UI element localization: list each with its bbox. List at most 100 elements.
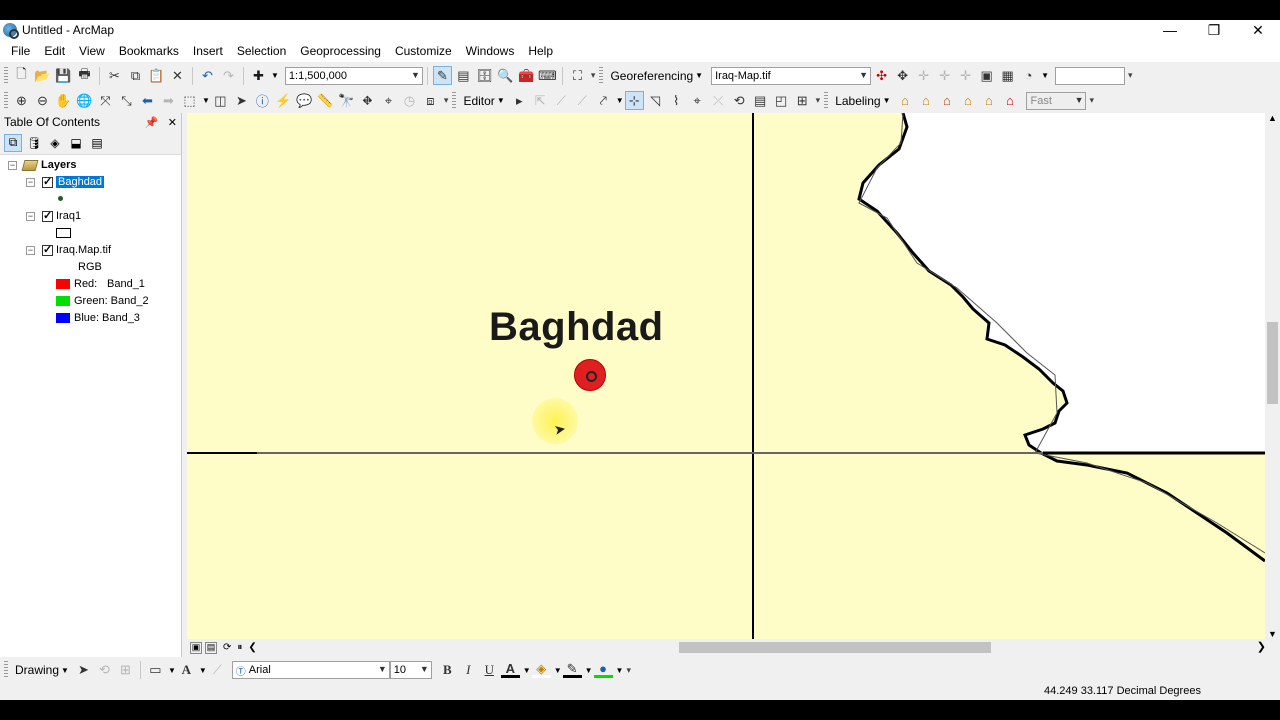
select-features-icon[interactable]: ⬚	[180, 91, 199, 110]
print-icon[interactable]: 🖶	[75, 66, 94, 85]
chevron-down-icon[interactable]: ▼	[271, 71, 279, 80]
shift-icon[interactable]: ✥	[893, 66, 912, 85]
layer-name[interactable]: Iraq.Map.tif	[56, 244, 111, 256]
collapse-icon[interactable]: −	[8, 160, 17, 170]
back-extent-icon[interactable]: ⬅	[138, 91, 157, 110]
toolbar-overflow-icon[interactable]: ▾	[444, 95, 449, 106]
link-table-icon[interactable]: ▦	[998, 66, 1017, 85]
control-points-dim2-icon[interactable]: ✛	[956, 66, 975, 85]
blue-swatch[interactable]	[56, 313, 70, 323]
fill-color-icon[interactable]: ◈	[531, 661, 551, 678]
map-display[interactable]: Baghdad ➤	[187, 113, 1265, 639]
polygon-symbol-row[interactable]	[56, 225, 71, 241]
list-by-drawing-order-icon[interactable]: ⧉	[4, 133, 22, 152]
layout-view-icon[interactable]: ▤	[205, 641, 217, 654]
save-icon[interactable]: 💾	[54, 66, 73, 85]
sketch-properties-icon[interactable]: ◰	[772, 91, 791, 110]
chevron-down-icon[interactable]: ▼	[616, 666, 624, 675]
rotate-feature-icon[interactable]: ⟲	[730, 91, 749, 110]
italic-button[interactable]: I	[459, 661, 478, 680]
split-icon[interactable]: ⤫	[709, 91, 728, 110]
pause-labeling-icon[interactable]: ⌂	[979, 91, 998, 110]
layer-name[interactable]: Baghdad	[56, 176, 105, 188]
toolbar-grip[interactable]	[4, 66, 8, 85]
collapse-icon[interactable]: −	[26, 245, 35, 255]
add-control-points-icon[interactable]: ✛	[914, 66, 933, 85]
layer-row-baghdad[interactable]: − Baghdad	[26, 174, 105, 190]
menu-geoprocessing[interactable]: Geoprocessing	[293, 44, 388, 58]
menu-windows[interactable]: Windows	[459, 44, 522, 58]
clear-selection-icon[interactable]: ◫	[211, 91, 230, 110]
search-window-icon[interactable]: 🔍	[496, 66, 515, 85]
layer-visibility-checkbox[interactable]	[42, 175, 53, 188]
create-features-icon[interactable]: ⊞	[793, 91, 812, 110]
list-by-visibility-icon[interactable]: ◈	[46, 134, 64, 152]
editor-menu[interactable]: Editor ▼	[459, 94, 508, 108]
toolbar-overflow-icon[interactable]: ▾	[816, 95, 821, 106]
close-icon[interactable]: ✕	[168, 117, 177, 129]
time-slider-icon[interactable]: ◷	[400, 91, 419, 110]
cut-polygons-icon[interactable]: ⌖	[688, 91, 707, 110]
catalog-icon[interactable]: 🗄	[475, 66, 494, 85]
reshape-icon[interactable]: ⌇	[667, 91, 686, 110]
toolbar-overflow-icon[interactable]: ▾	[1089, 95, 1094, 106]
label-weight-icon[interactable]: ⌂	[937, 91, 956, 110]
close-button[interactable]: ✕	[1236, 20, 1280, 40]
chevron-down-icon[interactable]: ▼	[554, 666, 562, 675]
font-dropdown[interactable]: Ⓣ Arial ▼	[231, 661, 390, 679]
edit-annotation-icon[interactable]: ⇱	[531, 91, 550, 110]
menu-customize[interactable]: Customize	[388, 44, 459, 58]
straight-segment-icon[interactable]: ⟋	[552, 91, 571, 110]
polygon-symbol-icon[interactable]	[56, 228, 71, 238]
python-window-icon[interactable]: ⌨	[538, 66, 557, 85]
edit-vertices-icon[interactable]: ⟋	[208, 661, 227, 680]
map-scale-dropdown[interactable]: 1:1,500,000 ▼	[284, 66, 423, 85]
georef-text-input[interactable]	[1055, 66, 1126, 85]
pan-icon[interactable]: ✋	[54, 91, 73, 110]
chevron-down-icon[interactable]: ▼	[1041, 71, 1049, 80]
toolbar-overflow-icon[interactable]: ▾	[626, 665, 631, 676]
layer-visibility-checkbox[interactable]	[42, 209, 53, 222]
chevron-down-icon[interactable]: ▼	[202, 96, 210, 105]
green-swatch[interactable]	[56, 296, 70, 306]
font-size-dropdown[interactable]: 10 ▼	[389, 661, 432, 679]
edit-vertices-icon[interactable]: ◹	[646, 91, 665, 110]
toolbar-overflow-icon[interactable]: ▾	[1128, 70, 1133, 81]
toolbar-overflow-icon[interactable]: ▾	[591, 70, 596, 81]
toolbar-grip[interactable]	[824, 91, 829, 110]
hyperlink-icon[interactable]: ⚡	[274, 91, 293, 110]
toolbar-grip[interactable]	[452, 91, 457, 110]
edit-tool-icon[interactable]: ▸	[510, 91, 529, 110]
labeling-menu[interactable]: Labeling ▼	[831, 94, 894, 108]
zoom-out-icon[interactable]: ⊖	[33, 91, 52, 110]
red-swatch[interactable]	[56, 279, 70, 289]
full-extent-icon[interactable]: 🌐	[75, 91, 94, 110]
scroll-up-icon[interactable]: ▲	[1268, 113, 1277, 123]
list-by-source-icon[interactable]: 🛢	[25, 134, 43, 152]
delete-icon[interactable]: ✕	[168, 66, 187, 85]
pause-drawing-icon[interactable]: ⏸	[237, 642, 242, 653]
editor-toolbar-icon[interactable]: ✎	[432, 66, 452, 85]
scroll-left-icon[interactable]: ❮	[248, 642, 256, 653]
paste-icon[interactable]: 📋	[147, 66, 166, 85]
label-manager-icon[interactable]: ⌂	[895, 91, 914, 110]
view-link-table-icon[interactable]: ▣	[977, 66, 996, 85]
zoom-in-icon[interactable]: ⊕	[12, 91, 31, 110]
attributes-icon[interactable]: ▤	[751, 91, 770, 110]
bold-button[interactable]: B	[438, 661, 457, 680]
table-of-contents-icon[interactable]: ▤	[454, 66, 473, 85]
trace-icon[interactable]: ⟋	[573, 91, 592, 110]
chevron-down-icon[interactable]: ▼	[523, 666, 531, 675]
lock-labels-icon[interactable]: ⌂	[958, 91, 977, 110]
auto-adjust-icon[interactable]: ◔	[1019, 66, 1038, 85]
go-to-xy-icon[interactable]: ⌖	[379, 91, 398, 110]
open-icon[interactable]: 📂	[33, 66, 52, 85]
rotate-element-icon[interactable]: ⟲	[95, 661, 114, 680]
cut-icon[interactable]: ✂	[105, 66, 124, 85]
rectangle-icon[interactable]: ▭	[146, 661, 165, 680]
menu-help[interactable]: Help	[521, 44, 560, 58]
horizontal-scroll-thumb[interactable]	[679, 642, 991, 653]
toolbar-grip[interactable]	[599, 66, 604, 85]
chevron-down-icon[interactable]: ▼	[585, 666, 593, 675]
zoom-to-selected-icon[interactable]: ⊞	[116, 661, 135, 680]
